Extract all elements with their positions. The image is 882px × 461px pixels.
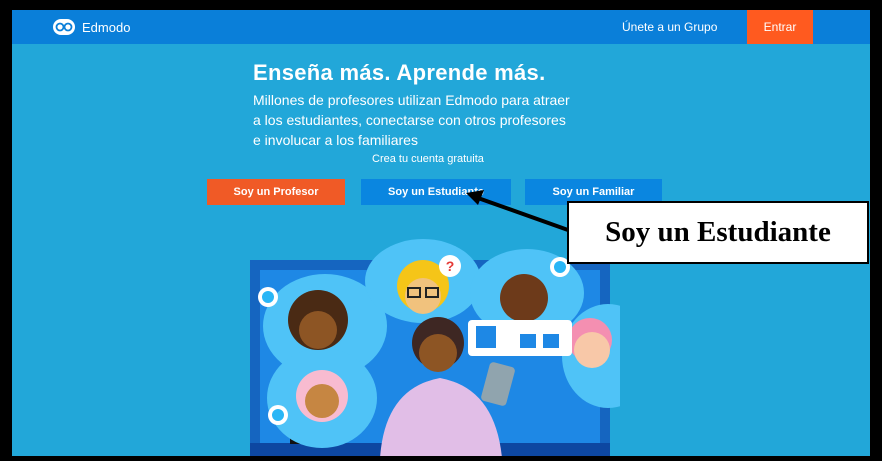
annotation-callout: Soy un Estudiante [567,201,869,264]
